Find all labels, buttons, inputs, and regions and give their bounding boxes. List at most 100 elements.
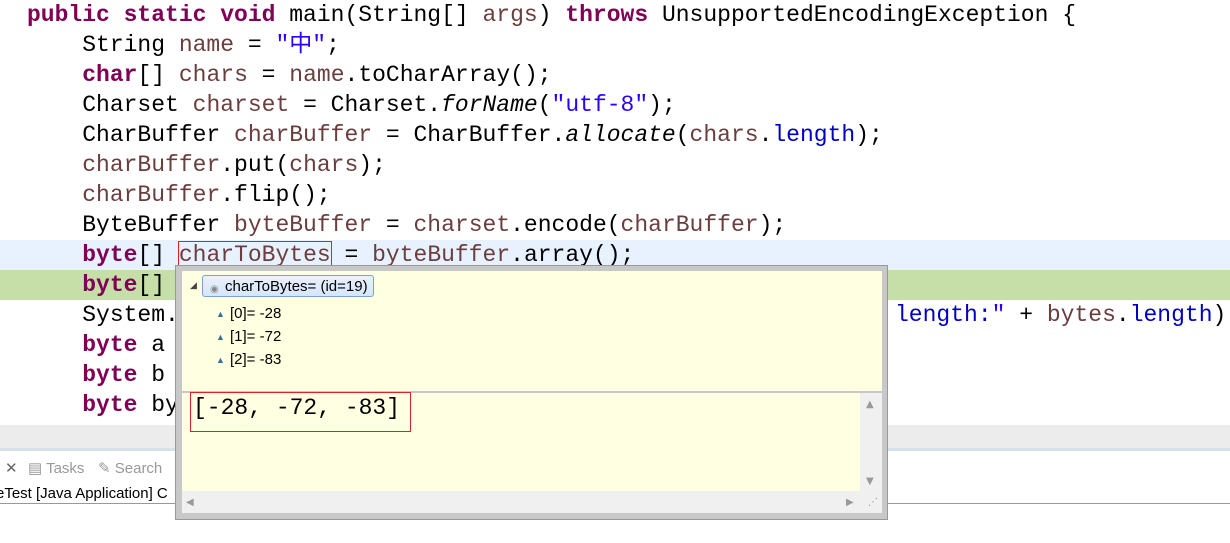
code-token: ( — [537, 92, 552, 118]
code-token: forName — [441, 92, 538, 118]
code-token: byte — [82, 272, 138, 298]
code-token: bytes — [1046, 302, 1116, 328]
code-token: String — [27, 32, 179, 58]
code-token: byte — [82, 392, 138, 418]
code-token: charBuffer — [82, 182, 221, 208]
code-token: length — [772, 122, 856, 148]
code-token: allocate — [565, 122, 676, 148]
close-icon[interactable]: ✕ — [5, 459, 18, 477]
tree-item[interactable]: ▲ [0]= -28 — [216, 305, 282, 322]
tree-item[interactable]: ▲ [2]= -83 — [216, 351, 281, 368]
code-line[interactable]: char[] chars = name.toCharArray(); — [0, 60, 1230, 90]
code-token: "中" — [275, 32, 327, 58]
code-token: .toCharArray(); — [344, 62, 552, 88]
field-icon: ▲ — [216, 309, 225, 319]
tab-search[interactable]: ✎ Search — [98, 459, 162, 477]
code-token: CharBuffer — [27, 122, 235, 148]
code-token: charBuffer — [234, 122, 373, 148]
code-token: char — [82, 62, 138, 88]
tab-search-label: Search — [114, 460, 163, 477]
variable-icon: ◉ — [210, 284, 219, 295]
scroll-down-icon[interactable]: ▼ — [866, 476, 874, 487]
code-line[interactable]: charBuffer.flip(); — [0, 180, 1230, 210]
code-token: ); — [758, 212, 787, 238]
code-token: name — [289, 62, 345, 88]
code-token: byte — [82, 242, 138, 268]
code-token: chars — [689, 122, 759, 148]
code-token: = — [247, 62, 290, 88]
code-token: " — [991, 302, 1006, 328]
code-token: name — [178, 32, 235, 58]
code-token: = CharBuffer. — [372, 122, 566, 148]
code-token: ); — [358, 152, 386, 178]
tree-item[interactable]: ▲ [1]= -72 — [216, 328, 282, 345]
tree-item-label: [0]= -28 — [230, 305, 282, 322]
code-line[interactable]: CharBuffer charBuffer = CharBuffer.alloc… — [0, 120, 1230, 150]
code-line[interactable]: charBuffer.put(chars); — [0, 150, 1230, 180]
code-token: UnsupportedEncodingException { — [661, 2, 1077, 28]
tab-tasks[interactable]: ▤ Tasks — [28, 459, 84, 477]
code-token: System. — [27, 302, 179, 328]
code-token: [] — [137, 242, 179, 268]
code-token: byteBuffer — [234, 212, 373, 238]
code-token: [] — [137, 62, 179, 88]
scroll-up-icon[interactable]: ▲ — [866, 399, 874, 410]
code-token: length: — [895, 302, 992, 328]
code-token: "utf-8" — [551, 92, 649, 118]
code-token: charset — [192, 92, 290, 118]
detail-value: [-28, -72, -83] — [190, 392, 412, 432]
code-token: = — [372, 212, 414, 238]
code-token: ( — [675, 122, 690, 148]
field-icon: ▲ — [216, 332, 225, 342]
code-token: = Charset. — [289, 92, 442, 118]
tasks-icon: ▤ — [28, 460, 43, 477]
code-token: main(String[] — [289, 2, 483, 28]
code-token: . — [758, 122, 773, 148]
code-token: charset — [413, 212, 511, 238]
code-token: ByteBuffer — [27, 212, 235, 238]
scroll-left-icon[interactable]: ◀ — [186, 497, 194, 508]
code-token: by — [137, 392, 179, 418]
code-token: ); — [855, 122, 883, 148]
code-token: charBuffer — [620, 212, 759, 238]
variable-tree: ◢ ◉ charToBytes= (id=19) ▲ [0]= -28 ▲ [1]=… — [182, 271, 882, 391]
resize-grip-icon[interactable]: ⋰ — [868, 497, 878, 508]
debug-hover-popup: ◢ ◉ charToBytes= (id=19) ▲ [0]= -28 ▲ [1]=… — [175, 265, 888, 520]
code-token: ) — [537, 2, 566, 28]
expand-icon[interactable]: ◢ — [190, 280, 197, 291]
tab-tasks-label: Tasks — [46, 460, 85, 477]
code-token: byte — [82, 362, 138, 388]
code-token: chars — [289, 152, 359, 178]
code-token: b — [137, 362, 166, 388]
code-token: public static void — [27, 2, 290, 28]
code-token: .flip(); — [220, 182, 331, 208]
code-token: length — [1129, 302, 1213, 328]
code-token: args — [482, 2, 538, 28]
code-line[interactable]: Charset charset = Charset.forName("utf-8… — [0, 90, 1230, 120]
code-line[interactable]: String name = "中"; — [0, 30, 1230, 60]
code-line[interactable]: public static void main(String[] args) t… — [0, 0, 1230, 30]
search-icon: ✎ — [98, 460, 111, 477]
code-token: chars — [178, 62, 248, 88]
detail-pane: [-28, -72, -83] ▲ ▼ ◀ ▶ ⋰ — [182, 392, 882, 513]
code-token: = — [234, 32, 276, 58]
code-line[interactable]: ByteBuffer byteBuffer = charset.encode(c… — [0, 210, 1230, 240]
code-token: throws — [565, 2, 662, 28]
code-token: .encode( — [510, 212, 621, 238]
code-line-tail: length:" + bytes.length) — [895, 300, 1226, 330]
code-token: [] — [137, 272, 166, 298]
code-token: . — [1115, 302, 1130, 328]
code-token: + — [1005, 302, 1047, 328]
tree-item-label: [1]= -72 — [230, 328, 282, 345]
scroll-right-icon[interactable]: ▶ — [846, 497, 854, 508]
detail-text-area[interactable]: [-28, -72, -83] — [182, 392, 860, 491]
tree-root-node[interactable]: ◉ charToBytes= (id=19) — [202, 275, 374, 297]
code-token: byte — [82, 332, 138, 358]
